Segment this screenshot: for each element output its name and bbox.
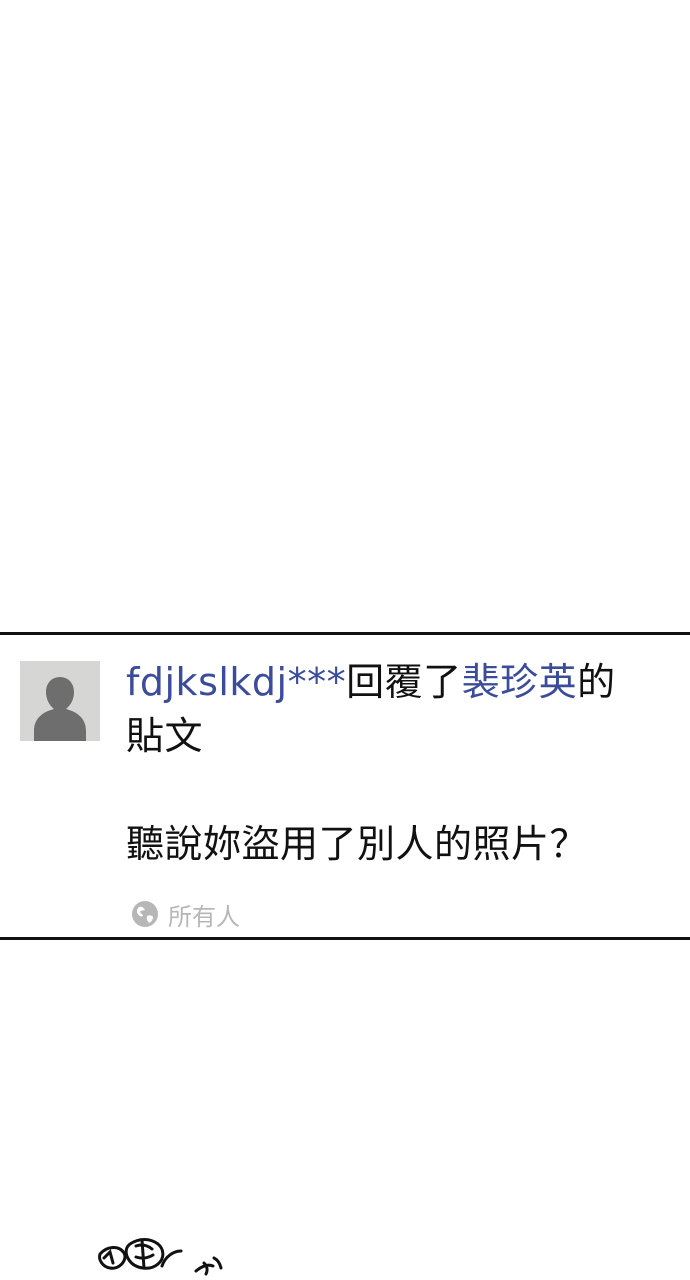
partial-handdrawn-sfx bbox=[92, 1228, 262, 1280]
privacy-indicator: 所有人 bbox=[130, 899, 240, 931]
avatar[interactable] bbox=[20, 661, 100, 741]
notification-headline: fdjkslkdj***回覆了裴珍英的貼文 bbox=[126, 655, 646, 763]
post-word: 貼文 bbox=[126, 714, 204, 758]
notification-message: 聽說妳盜用了別人的照片？ bbox=[126, 822, 589, 866]
possessive-text: 的 bbox=[577, 660, 616, 704]
handdrawn-sound-effect-icon bbox=[98, 1238, 223, 1276]
globe-icon bbox=[130, 899, 160, 929]
action-text: 回覆了 bbox=[346, 660, 462, 704]
username-link[interactable]: fdjkslkdj*** bbox=[126, 660, 346, 704]
privacy-label: 所有人 bbox=[168, 902, 240, 931]
target-user-link[interactable]: 裴珍英 bbox=[462, 660, 578, 704]
notification-panel: fdjkslkdj***回覆了裴珍英的貼文 聽說妳盜用了別人的照片？ 所有人 bbox=[0, 632, 690, 940]
notification-content: fdjkslkdj***回覆了裴珍英的貼文 聽說妳盜用了別人的照片？ bbox=[126, 655, 646, 871]
person-placeholder-icon bbox=[20, 661, 100, 741]
